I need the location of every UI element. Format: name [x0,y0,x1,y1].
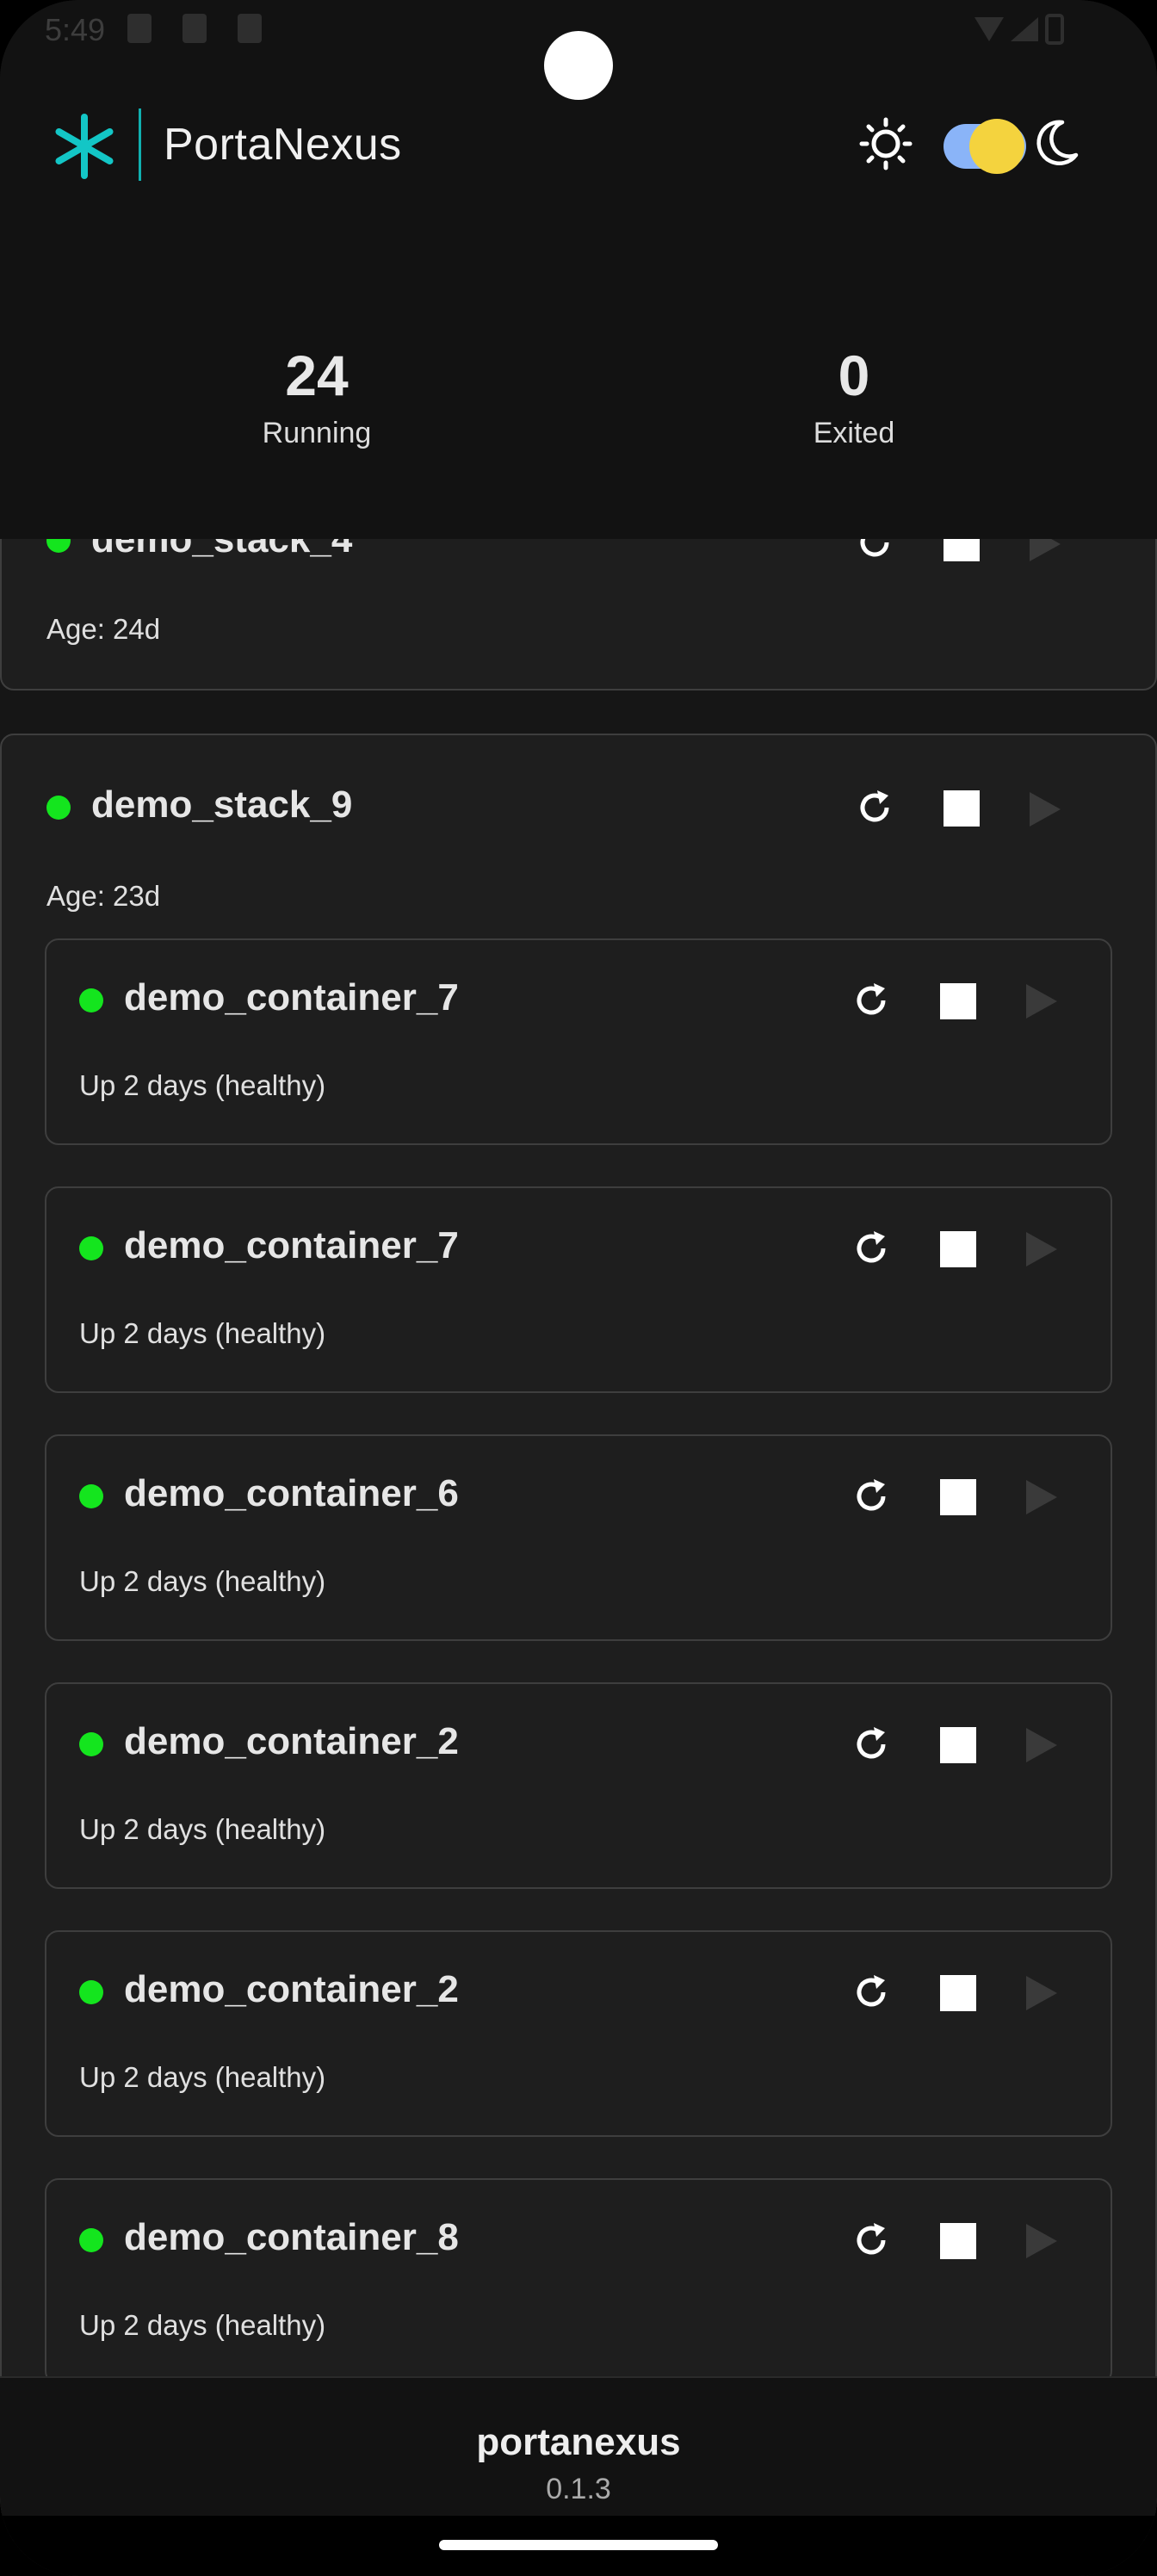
stat-running: 24 Running [188,343,446,450]
play-icon[interactable] [1026,2224,1057,2258]
sim-icon [183,14,207,43]
stat-exited-value: 0 [838,344,870,407]
status-time: 5:49 [45,12,106,47]
alert-icon [238,14,262,43]
container-status: Up 2 days (healthy) [79,2309,326,2341]
status-dot [79,2228,103,2252]
stop-icon[interactable] [940,983,976,1019]
container-card[interactable]: demo_container_7 Up 2 days (healthy) [45,1186,1112,1393]
restart-icon[interactable] [851,1724,892,1765]
stop-icon[interactable] [940,1975,976,2011]
stop-icon[interactable] [940,2223,976,2259]
phone-screen: 5:49 PortaNexus 24 Running 0 Exited demo… [0,0,1157,2576]
shield-icon [127,14,152,43]
container-status: Up 2 days (healthy) [79,1565,326,1597]
app-title: PortaNexus [164,120,402,170]
container-status: Up 2 days (healthy) [79,2061,326,2093]
container-status: Up 2 days (healthy) [79,1317,326,1349]
container-card[interactable]: demo_container_7 Up 2 days (healthy) [45,938,1112,1145]
app-header: 5:49 PortaNexus 24 Running 0 Exited [0,0,1157,539]
restart-icon[interactable] [851,1476,892,1517]
stop-icon[interactable] [940,1231,976,1267]
home-handle[interactable] [439,2540,718,2550]
stop-icon[interactable] [940,1727,976,1763]
play-icon[interactable] [1030,792,1061,827]
container-name: demo_container_6 [124,1472,459,1514]
footer-version: 0.1.3 [546,2473,611,2505]
container-status: Up 2 days (healthy) [79,1069,326,1101]
stat-running-value: 24 [285,344,349,407]
restart-icon[interactable] [851,1228,892,1269]
container-card[interactable]: demo_container_6 Up 2 days (healthy) [45,1434,1112,1641]
sun-icon[interactable] [859,117,913,170]
restart-icon[interactable] [854,787,895,828]
status-dot [79,988,103,1012]
play-icon[interactable] [1026,1976,1057,2010]
asterisk-logo-icon [55,114,114,179]
status-dot [79,1484,103,1508]
status-dot [79,1236,103,1260]
theme-toggle-knob[interactable] [969,119,1024,174]
restart-icon[interactable] [851,980,892,1021]
container-card[interactable]: demo_container_8 Up 2 days (healthy) [45,2178,1112,2385]
restart-icon[interactable] [851,2220,892,2261]
status-dot [79,1980,103,2004]
stop-icon[interactable] [944,790,980,827]
container-status: Up 2 days (healthy) [79,1813,326,1845]
container-name: demo_container_7 [124,976,459,1019]
stop-icon[interactable] [940,1479,976,1515]
moon-icon[interactable] [1030,117,1081,170]
status-dot [46,796,71,820]
stat-exited: 0 Exited [725,343,983,450]
play-icon[interactable] [1026,1728,1057,1762]
stack-age: Age: 23d [46,880,161,912]
container-card[interactable]: demo_container_2 Up 2 days (healthy) [45,1682,1112,1889]
play-icon[interactable] [1026,1232,1057,1266]
signal-battery-icon [974,14,1064,45]
container-name: demo_container_2 [124,1968,459,2010]
footer-app-name: portanexus [476,2421,681,2463]
play-icon[interactable] [1026,984,1057,1019]
logo-divider [139,108,141,181]
container-name: demo_container_2 [124,1720,459,1762]
camera-cutout [544,31,613,100]
stat-running-label: Running [262,417,372,449]
container-card[interactable]: demo_container_2 Up 2 days (healthy) [45,1930,1112,2137]
status-dot [79,1732,103,1756]
container-name: demo_container_8 [124,2216,459,2258]
restart-icon[interactable] [851,1972,892,2013]
stack-age: Age: 24d [46,613,161,645]
play-icon[interactable] [1026,1480,1057,1514]
stat-exited-label: Exited [813,417,895,449]
container-name: demo_container_7 [124,1224,459,1266]
stack-name: demo_stack_9 [91,783,353,826]
